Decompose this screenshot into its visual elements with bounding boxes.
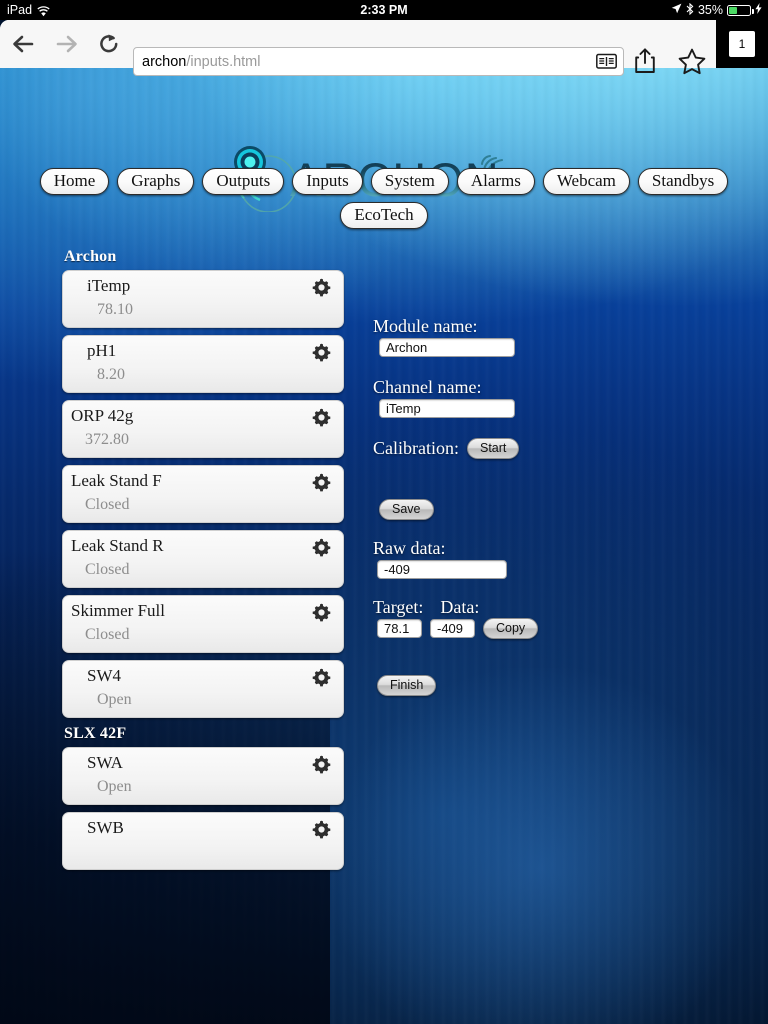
reader-view-icon[interactable] <box>596 53 617 74</box>
channel-card-leak-stand-r[interactable]: Leak Stand R Closed <box>62 530 344 588</box>
url-path: /inputs.html <box>186 53 261 70</box>
data-label: Data: <box>440 597 480 617</box>
bookmark-star-icon[interactable] <box>678 48 706 80</box>
back-button[interactable] <box>8 30 38 58</box>
channel-value-label: Open <box>97 691 132 708</box>
group-title-slx42f: SLX 42F <box>64 725 127 742</box>
main-navigation: Home Graphs Outputs Inputs System Alarms… <box>0 168 768 229</box>
channel-name-label: ORP 42g <box>71 406 134 425</box>
channel-name-label: Leak Stand R <box>71 536 164 555</box>
nav-item-standbys[interactable]: Standbys <box>637 168 729 195</box>
channel-value-label: Open <box>97 778 132 795</box>
nav-item-graphs[interactable]: Graphs <box>117 168 195 195</box>
gear-icon[interactable] <box>312 755 331 779</box>
url-host: archon <box>142 53 187 70</box>
water-glow <box>330 668 750 1024</box>
group-title-archon: Archon <box>64 248 117 265</box>
channel-card-ph1[interactable]: pH1 8.20 <box>62 335 344 393</box>
raw-data-label: Raw data: <box>373 538 446 558</box>
channel-list-panel: Archon iTemp 78.10 pH1 8.20 ORP 42g 372.… <box>62 248 344 877</box>
channel-name-label: iTemp <box>87 276 131 295</box>
nav-item-ecotech[interactable]: EcoTech <box>340 202 428 229</box>
battery-icon <box>727 4 754 16</box>
lightning-bolt-icon <box>755 3 762 17</box>
channel-card-swa[interactable]: SWA Open <box>62 747 344 805</box>
channel-name-label: Skimmer Full <box>71 601 165 620</box>
nav-row-secondary: EcoTech <box>0 202 768 229</box>
calibration-row: Calibration: Start <box>373 438 520 459</box>
channel-card-skimmer-full[interactable]: Skimmer Full Closed <box>62 595 344 653</box>
channel-value-label: 372.80 <box>85 431 129 448</box>
ios-status-bar: iPad 2:33 PM 35% <box>0 0 768 20</box>
tab-overview-button[interactable]: 1 <box>716 20 768 68</box>
target-label: Target: <box>373 597 424 617</box>
gear-icon[interactable] <box>312 408 331 432</box>
save-button[interactable]: Save <box>379 499 434 520</box>
browser-toolbar: archon/inputs.html 1 <box>0 20 768 76</box>
channel-name-label: Leak Stand F <box>71 471 162 490</box>
nav-item-home[interactable]: Home <box>39 168 110 195</box>
nav-item-system[interactable]: System <box>370 168 449 195</box>
address-bar[interactable]: archon/inputs.html <box>133 47 624 76</box>
bluetooth-icon <box>686 2 694 18</box>
location-arrow-icon <box>671 3 682 17</box>
calibration-label: Calibration: <box>373 438 459 458</box>
gear-icon[interactable] <box>312 278 331 302</box>
nav-item-webcam[interactable]: Webcam <box>542 168 630 195</box>
nav-item-alarms[interactable]: Alarms <box>456 168 535 195</box>
target-input[interactable]: 78.1 <box>377 619 422 638</box>
channel-card-leak-stand-f[interactable]: Leak Stand F Closed <box>62 465 344 523</box>
gear-icon[interactable] <box>312 473 331 497</box>
nav-item-outputs[interactable]: Outputs <box>202 168 285 195</box>
web-page-content: ARCHON Home Graphs Outputs Inputs System… <box>0 68 768 1024</box>
channel-card-sw4[interactable]: SW4 Open <box>62 660 344 718</box>
channel-value-label: Closed <box>85 626 130 643</box>
gear-icon[interactable] <box>312 668 331 692</box>
channel-value-label: Closed <box>85 496 130 513</box>
nav-row-primary: Home Graphs Outputs Inputs System Alarms… <box>0 168 768 195</box>
channel-name-label: SWB <box>87 818 124 837</box>
tab-count-label: 1 <box>729 31 755 57</box>
gear-icon[interactable] <box>312 343 331 367</box>
forward-button[interactable] <box>52 30 82 58</box>
module-name-label: Module name: <box>373 316 478 336</box>
channel-card-itemp[interactable]: iTemp 78.10 <box>62 270 344 328</box>
target-data-labels: Target: Data: <box>373 597 479 618</box>
module-name-input[interactable]: Archon <box>379 338 515 357</box>
channel-value-label: 8.20 <box>97 366 125 383</box>
channel-value-label: Closed <box>85 561 130 578</box>
channel-value-label: 78.10 <box>97 301 133 318</box>
channel-card-swb[interactable]: SWB <box>62 812 344 870</box>
calibration-start-button[interactable]: Start <box>466 438 520 459</box>
data-input[interactable]: -409 <box>430 619 475 638</box>
share-button[interactable] <box>634 48 656 79</box>
finish-button[interactable]: Finish <box>377 675 437 696</box>
channel-name-label: SWA <box>87 753 123 772</box>
gear-icon[interactable] <box>312 820 331 844</box>
channel-name-label: Channel name: <box>373 377 482 397</box>
gear-icon[interactable] <box>312 603 331 627</box>
copy-button[interactable]: Copy <box>483 618 539 639</box>
channel-card-orp42g[interactable]: ORP 42g 372.80 <box>62 400 344 458</box>
channel-name-label: pH1 <box>87 341 117 360</box>
reload-button[interactable] <box>94 30 124 58</box>
battery-percent-label: 35% <box>697 3 723 17</box>
gear-icon[interactable] <box>312 538 331 562</box>
raw-data-input[interactable]: -409 <box>377 560 507 579</box>
nav-item-inputs[interactable]: Inputs <box>292 168 363 195</box>
channel-name-label: SW4 <box>87 666 121 685</box>
target-data-row: 78.1 -409 Copy <box>377 618 539 639</box>
status-bar-clock: 2:33 PM <box>360 3 408 17</box>
channel-name-input[interactable]: iTemp <box>379 399 515 418</box>
status-bar-right: 35% <box>671 2 762 18</box>
